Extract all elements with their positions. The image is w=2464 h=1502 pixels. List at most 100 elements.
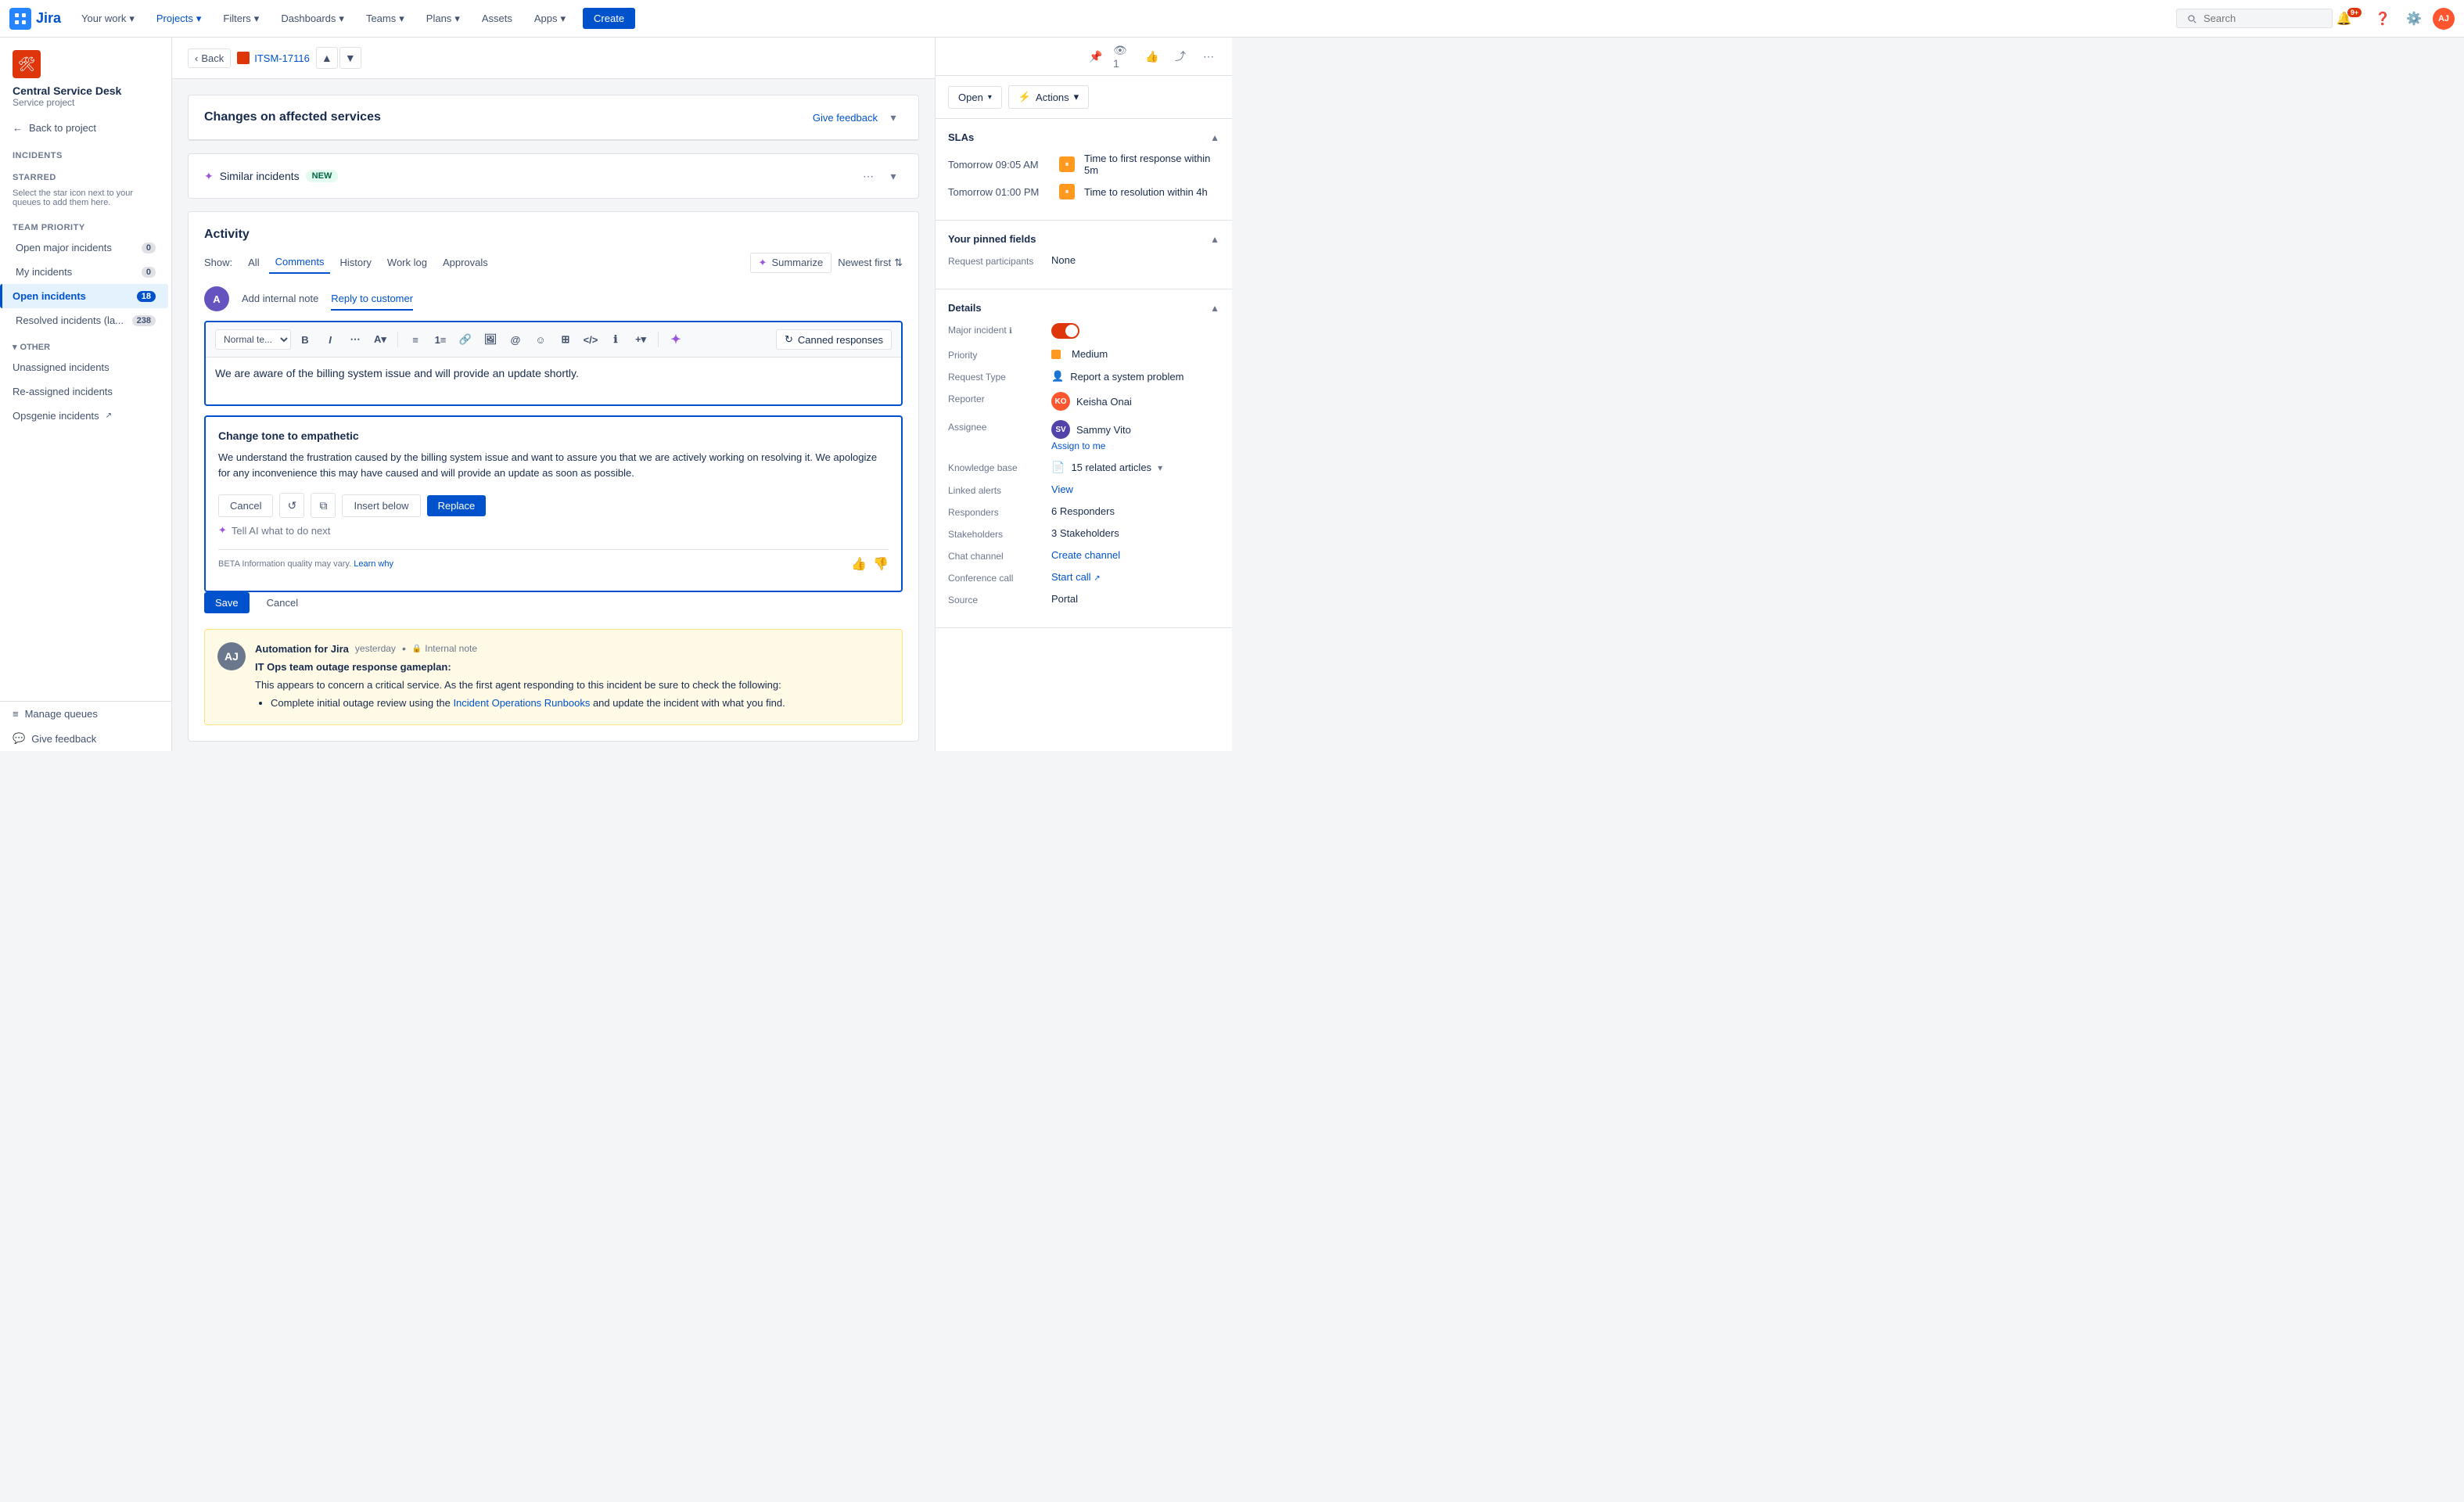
replace-button[interactable]: Replace — [427, 495, 487, 516]
pinned-fields-header[interactable]: Your pinned fields ▲ — [948, 233, 1219, 245]
right-panel: 📌 👁 1 👍 ⤴ ⋯ Open ▾ ⚡ Actions ▾ — [935, 38, 1232, 751]
conference-call-value[interactable]: Start call ↗ — [1051, 571, 1219, 583]
pin-icon[interactable]: 📌 — [1085, 45, 1107, 67]
canned-responses-button[interactable]: ↻ Canned responses — [776, 329, 892, 350]
save-button[interactable]: Save — [204, 592, 250, 613]
image-button[interactable]: 🖼 — [480, 329, 501, 350]
search-input[interactable] — [2204, 13, 2313, 24]
next-issue-arrow[interactable]: ▼ — [339, 47, 361, 69]
nav-plans[interactable]: Plans ▾ — [418, 8, 468, 30]
link-button[interactable]: 🔗 — [454, 329, 476, 350]
back-icon: ← — [13, 122, 23, 134]
emoji-button[interactable]: ☺ — [530, 329, 551, 350]
major-incident-toggle[interactable] — [1051, 323, 1079, 339]
search-box[interactable] — [2176, 9, 2333, 28]
other-section[interactable]: ▾ OTHER — [0, 332, 171, 355]
learn-why-link[interactable]: Learn why — [354, 559, 393, 569]
numbered-list-button[interactable]: 1≡ — [429, 329, 451, 350]
nav-assets[interactable]: Assets — [474, 8, 520, 29]
user-avatar[interactable]: AJ — [2433, 8, 2455, 30]
linked-alerts-value[interactable]: View — [1051, 483, 1219, 495]
request-type-value: 👤 Report a system problem — [1051, 370, 1219, 383]
similar-more-icon[interactable]: ⋯ — [859, 167, 878, 185]
code-button[interactable]: </> — [580, 329, 602, 350]
share-icon[interactable]: ⤴ — [1169, 45, 1191, 67]
footer-cancel-button[interactable]: Cancel — [256, 592, 309, 613]
issue-nav-arrows: ▲ ▼ — [316, 47, 361, 69]
bullet-list-button[interactable]: ≡ — [404, 329, 426, 350]
mention-button[interactable]: @ — [505, 329, 526, 350]
ai-undo-button[interactable]: ↺ — [279, 493, 304, 518]
editor-content[interactable]: We are aware of the billing system issue… — [206, 358, 901, 404]
more-button[interactable]: +▾ — [630, 329, 652, 350]
bold-button[interactable]: B — [294, 329, 316, 350]
thumbs-down-button[interactable]: 👎 — [873, 556, 889, 572]
tab-internal-note[interactable]: Add internal note — [242, 288, 318, 311]
help-icon[interactable]: ❓ — [2370, 6, 2395, 31]
tab-worklog[interactable]: Work log — [381, 252, 433, 273]
create-button[interactable]: Create — [583, 8, 635, 29]
sidebar-item-resolved[interactable]: Resolved incidents (la... 238 — [3, 308, 168, 332]
thumbs-up-header-icon[interactable]: 👍 — [1141, 45, 1163, 67]
newest-first-button[interactable]: Newest first ⇅ — [838, 257, 903, 269]
ai-tell-next[interactable]: ✦ Tell AI what to do next — [218, 518, 889, 543]
back-button[interactable]: ‹ Back — [188, 49, 231, 68]
nav-dashboards[interactable]: Dashboards ▾ — [273, 8, 352, 30]
nav-your-work[interactable]: Your work ▾ — [74, 8, 142, 30]
similar-chevron-icon[interactable]: ▾ — [884, 167, 903, 185]
ai-cancel-button[interactable]: Cancel — [218, 494, 273, 517]
manage-queues-link[interactable]: ≡ Manage queues — [0, 702, 171, 726]
sidebar-item-opsgenie[interactable]: Opsgenie incidents ↗ — [0, 404, 171, 428]
more-icon[interactable]: ⋯ — [1198, 45, 1219, 67]
tab-approvals[interactable]: Approvals — [436, 252, 494, 273]
italic-button[interactable]: I — [319, 329, 341, 350]
title-chevron-icon[interactable]: ▾ — [884, 108, 903, 127]
table-button[interactable]: ⊞ — [555, 329, 576, 350]
give-feedback-button[interactable]: Give feedback — [813, 112, 878, 124]
watch-icon[interactable]: 👁 1 — [1113, 45, 1135, 67]
priority-value: Medium — [1051, 348, 1219, 360]
nav-filters[interactable]: Filters ▾ — [215, 8, 267, 30]
details-header[interactable]: Details ▲ — [948, 302, 1219, 314]
sidebar-item-open-incidents[interactable]: Open incidents 18 — [0, 284, 168, 308]
sidebar-item-open-major[interactable]: Open major incidents 0 — [3, 235, 168, 260]
more-format-button[interactable]: ⋯ — [344, 329, 366, 350]
nav-apps[interactable]: Apps ▾ — [526, 8, 573, 30]
nav-projects[interactable]: Projects ▾ — [149, 8, 210, 30]
insert-below-button[interactable]: Insert below — [342, 494, 420, 517]
chat-channel-value[interactable]: Create channel — [1051, 549, 1219, 561]
summarize-button[interactable]: ✦ Summarize — [750, 253, 832, 273]
nav-teams[interactable]: Teams ▾ — [358, 8, 412, 30]
source-row: Source Portal — [948, 593, 1219, 605]
text-style-select[interactable]: Normal te... — [215, 329, 291, 350]
knowledge-expand-icon[interactable]: ▾ — [1158, 462, 1162, 473]
jira-grid-icon — [9, 8, 31, 30]
notifications-icon[interactable]: 🔔9+ — [2339, 6, 2364, 31]
issue-key[interactable]: ITSM-17116 — [237, 52, 310, 64]
runbooks-link[interactable]: Incident Operations Runbooks — [453, 697, 590, 709]
prev-issue-arrow[interactable]: ▲ — [316, 47, 338, 69]
tab-history[interactable]: History — [333, 252, 377, 273]
activity-tabs: Show: All Comments History Work log Appr… — [204, 251, 903, 274]
sidebar-item-my-incidents[interactable]: My incidents 0 — [3, 260, 168, 284]
sla-header[interactable]: SLAs ▲ — [948, 131, 1219, 143]
tab-reply-customer[interactable]: Reply to customer — [331, 288, 413, 311]
status-open-button[interactable]: Open ▾ — [948, 86, 1002, 109]
actions-button[interactable]: ⚡ Actions ▾ — [1008, 85, 1089, 109]
sidebar-item-reassigned[interactable]: Re-assigned incidents — [0, 379, 171, 404]
app-logo[interactable]: Jira — [9, 8, 61, 30]
ai-enhance-button[interactable]: ✦ — [665, 329, 687, 350]
tab-comments[interactable]: Comments — [269, 251, 331, 274]
tab-all[interactable]: All — [242, 252, 265, 273]
give-feedback-sidebar-link[interactable]: 💬 Give feedback — [0, 726, 171, 751]
chat-channel-label: Chat channel — [948, 549, 1042, 562]
assign-to-me-link[interactable]: Assign to me — [1051, 440, 1219, 451]
thumbs-up-button[interactable]: 👍 — [851, 556, 867, 572]
sidebar-item-unassigned[interactable]: Unassigned incidents — [0, 355, 171, 379]
settings-icon[interactable]: ⚙️ — [2401, 6, 2426, 31]
back-to-project[interactable]: ← Back to project — [0, 114, 171, 142]
ai-copy-button[interactable]: ⧉ — [311, 493, 336, 518]
info-button[interactable]: ℹ — [605, 329, 627, 350]
text-color-button[interactable]: A▾ — [369, 329, 391, 350]
breadcrumb: ‹ Back ITSM-17116 ▲ ▼ — [172, 38, 935, 79]
